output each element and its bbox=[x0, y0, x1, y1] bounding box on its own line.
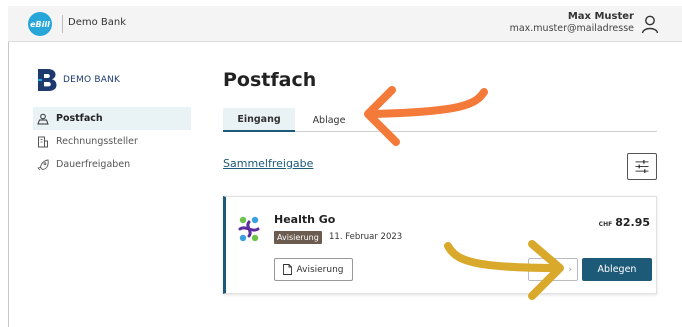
rocket-icon bbox=[37, 158, 49, 170]
sidebar-item-postfach[interactable]: Postfach bbox=[33, 107, 191, 130]
topbar-divider bbox=[62, 15, 63, 33]
biller-name: Health Go bbox=[274, 213, 336, 226]
document-icon bbox=[283, 264, 293, 275]
bill-amount: CHF 82.95 bbox=[599, 211, 650, 230]
user-name: Max Muster bbox=[567, 11, 634, 22]
demo-bank-logo-text: DEMO BANK bbox=[63, 75, 121, 85]
annotation-arrow-orange-icon bbox=[364, 86, 488, 146]
building-icon bbox=[38, 136, 48, 147]
sidebar-item-label: Rechnungssteller bbox=[56, 136, 138, 147]
sidebar-item-label: Dauerfreigaben bbox=[56, 159, 131, 170]
page-title: Postfach bbox=[223, 69, 317, 91]
sidebar-item-label: Postfach bbox=[56, 113, 103, 124]
demo-bank-logo-icon bbox=[38, 69, 57, 91]
filter-button[interactable] bbox=[627, 153, 657, 180]
ablegen-button[interactable]: Ablegen bbox=[582, 258, 652, 281]
top-bar: eBill Demo Bank Max Muster max.muster@ma… bbox=[8, 6, 682, 42]
status-badge: Avisierung bbox=[274, 231, 322, 244]
tab-ablage[interactable]: Ablage bbox=[301, 108, 357, 132]
topbar-bank-name: Demo Bank bbox=[68, 17, 127, 28]
tab-eingang[interactable]: Eingang bbox=[223, 108, 295, 132]
avisierung-button[interactable]: Avisierung bbox=[274, 258, 353, 281]
sidebar-item-rechnungssteller[interactable]: Rechnungssteller bbox=[33, 130, 191, 153]
amount-currency: CHF bbox=[598, 221, 613, 228]
health-go-logo-icon bbox=[238, 216, 260, 242]
annotation-arrow-gold-icon bbox=[444, 240, 564, 300]
amount-value: 82.95 bbox=[615, 216, 650, 229]
sammelfreigabe-link[interactable]: Sammelfreigabe bbox=[223, 157, 313, 170]
user-info[interactable]: Max Muster max.muster@mailadresse bbox=[510, 11, 634, 35]
sidebar-nav: Postfach Rechnungssteller Dauerfreigaben bbox=[33, 107, 191, 176]
inbox-person-icon bbox=[37, 113, 49, 124]
user-icon[interactable] bbox=[640, 14, 660, 34]
sliders-icon bbox=[635, 160, 649, 173]
bill-date: 11. Februar 2023 bbox=[329, 232, 403, 242]
ebill-logo[interactable]: eBill bbox=[28, 12, 52, 36]
sidebar-item-dauerfreigaben[interactable]: Dauerfreigaben bbox=[33, 153, 191, 176]
avisierung-button-label: Avisierung bbox=[296, 264, 344, 275]
user-email: max.muster@mailadresse bbox=[509, 23, 634, 34]
